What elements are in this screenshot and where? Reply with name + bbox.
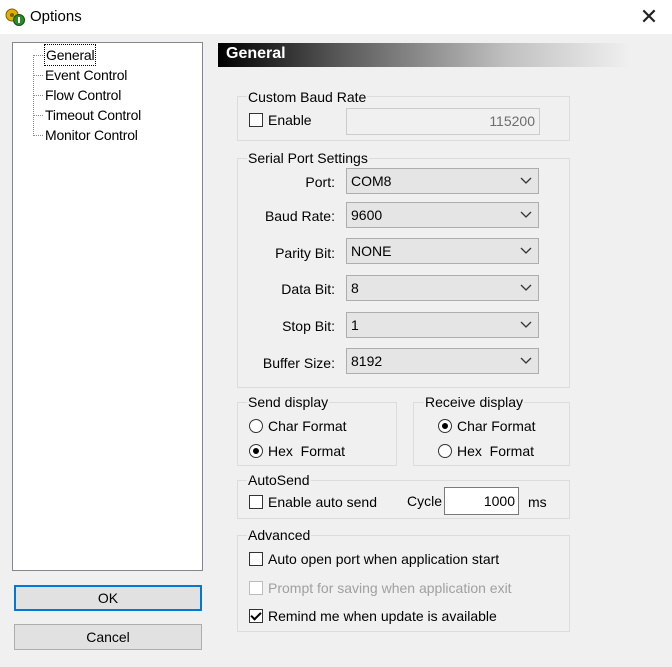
autosend-group-label: AutoSend [247, 472, 311, 488]
cycle-input[interactable]: 1000 [444, 487, 519, 515]
send-char-format-radio[interactable] [249, 419, 263, 433]
chevron-down-icon [520, 321, 532, 328]
options-tree[interactable]: General Event Control Flow Control Timeo… [12, 42, 203, 571]
remind-update-checkbox[interactable] [249, 609, 263, 623]
buffer-size-label: Buffer Size: [262, 355, 335, 371]
chevron-down-icon [520, 177, 532, 184]
chevron-down-icon [520, 247, 532, 254]
chevron-down-icon [520, 357, 532, 364]
page-title: General [226, 45, 286, 62]
enable-auto-send-checkbox[interactable] [249, 495, 263, 509]
window-title: Options [30, 8, 82, 25]
custom-baud-group-label: Custom Baud Rate [247, 89, 368, 105]
receive-hex-format-label: Hex Format [457, 443, 535, 459]
send-display-group-label: Send display [247, 394, 330, 410]
send-hex-format-label: Hex Format [268, 443, 346, 459]
auto-open-port-checkbox[interactable] [249, 552, 263, 566]
buffer-size-value: 8192 [351, 353, 383, 369]
data-bit-value: 8 [351, 280, 359, 296]
cycle-label: Cycle [407, 493, 443, 509]
buffer-size-select[interactable]: 8192 [346, 348, 539, 374]
baud-rate-value: 9600 [351, 207, 383, 223]
send-char-format-label: Char Format [268, 418, 347, 434]
cancel-button[interactable]: Cancel [14, 624, 202, 650]
receive-hex-format-radio[interactable] [438, 444, 452, 458]
tree-item-label: Event Control [45, 67, 128, 83]
baud-rate-select[interactable]: 9600 [346, 202, 539, 228]
port-select[interactable]: COM8 [346, 168, 539, 194]
close-icon[interactable]: ✕ [636, 4, 662, 30]
remind-update-label: Remind me when update is available [268, 608, 497, 624]
receive-char-format-radio[interactable] [438, 419, 452, 433]
custom-baud-enable-checkbox[interactable] [249, 113, 263, 127]
tree-item-label: Monitor Control [45, 127, 138, 143]
chevron-down-icon [520, 284, 532, 291]
parity-bit-label: Parity Bit: [275, 245, 335, 261]
port-value: COM8 [351, 173, 392, 189]
port-label: Port: [305, 174, 335, 190]
advanced-group-label: Advanced [247, 527, 312, 543]
baud-rate-label: Baud Rate: [264, 208, 335, 224]
parity-bit-select[interactable]: NONE [346, 238, 539, 264]
title-bar [0, 0, 672, 34]
prompt-saving-label: Prompt for saving when application exit [268, 580, 512, 596]
prompt-saving-checkbox [249, 581, 263, 595]
send-hex-format-radio[interactable] [249, 444, 263, 458]
tree-item-label: Timeout Control [45, 107, 142, 123]
serial-port-group-label: Serial Port Settings [247, 150, 369, 166]
chevron-down-icon [520, 211, 532, 218]
custom-baud-enable-label: Enable [268, 112, 312, 128]
receive-char-format-label: Char Format [457, 418, 536, 434]
tree-item-label: General [43, 44, 97, 66]
cycle-unit-label: ms [528, 494, 547, 510]
enable-auto-send-label: Enable auto send [268, 494, 377, 510]
parity-bit-value: NONE [351, 243, 392, 259]
custom-baud-input[interactable]: 115200 [346, 108, 540, 135]
receive-display-group-label: Receive display [424, 394, 525, 410]
ok-button[interactable]: OK [14, 585, 202, 611]
app-icon [4, 7, 26, 27]
stop-bit-label: Stop Bit: [282, 318, 335, 334]
auto-open-port-label: Auto open port when application start [268, 551, 500, 567]
data-bit-select[interactable]: 8 [346, 275, 539, 301]
data-bit-label: Data Bit: [281, 281, 335, 297]
stop-bit-value: 1 [351, 317, 359, 333]
stop-bit-select[interactable]: 1 [346, 312, 539, 338]
tree-item-label: Flow Control [45, 87, 122, 103]
